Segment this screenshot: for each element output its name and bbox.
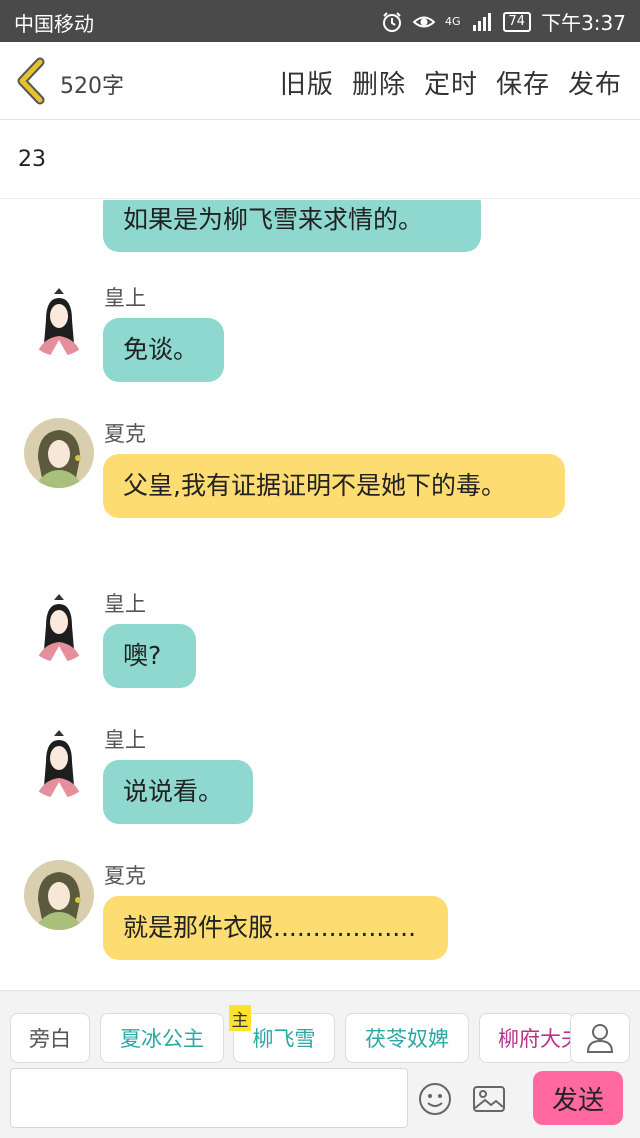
publish-button[interactable]: 发布 bbox=[568, 64, 622, 101]
character-chip[interactable]: 柳府大夫 bbox=[479, 1013, 574, 1063]
word-count: 520字 bbox=[60, 74, 124, 99]
delete-button[interactable]: 删除 bbox=[352, 64, 406, 101]
status-time: 下午3:37 bbox=[541, 11, 626, 35]
message-bubble[interactable]: 噢? bbox=[103, 624, 196, 688]
avatar-emperor bbox=[24, 592, 94, 662]
user-icon bbox=[586, 1024, 614, 1053]
chapter-title-row[interactable]: 23 bbox=[0, 121, 640, 199]
chapter-title: 23 bbox=[18, 147, 46, 172]
old-version-button[interactable]: 旧版 bbox=[280, 64, 334, 101]
speaker-name: 皇上 bbox=[104, 592, 146, 616]
add-character-button[interactable] bbox=[570, 1013, 630, 1063]
avatar-xiake bbox=[24, 418, 94, 488]
message-bubble[interactable]: 免谈。 bbox=[103, 318, 224, 382]
xiake-avatar-icon bbox=[24, 860, 94, 930]
avatar-emperor bbox=[24, 728, 94, 798]
xiake-avatar-icon bbox=[24, 418, 94, 488]
signal-icon bbox=[472, 12, 491, 31]
eye-icon bbox=[413, 16, 435, 27]
emperor-avatar-icon bbox=[36, 594, 82, 662]
save-button[interactable]: 保存 bbox=[496, 64, 550, 101]
image-icon[interactable] bbox=[472, 1082, 506, 1116]
schedule-button[interactable]: 定时 bbox=[424, 64, 478, 101]
main-character-badge: 主 bbox=[229, 1005, 251, 1031]
send-button[interactable]: 发送 bbox=[533, 1071, 623, 1125]
speaker-name: 夏克 bbox=[104, 864, 146, 888]
alarm-icon bbox=[383, 11, 401, 32]
message-bubble[interactable]: 父皇,我有证据证明不是她下的毒。 bbox=[103, 454, 565, 518]
toolbar-actions: 旧版 删除 定时 保存 发布 bbox=[280, 64, 622, 101]
speaker-name: 皇上 bbox=[104, 728, 146, 752]
message-bubble[interactable]: 如果是为柳飞雪来求情的。 bbox=[103, 200, 481, 252]
message-input[interactable] bbox=[10, 1068, 408, 1128]
emperor-avatar-icon bbox=[36, 730, 82, 798]
avatar-xiake bbox=[24, 860, 94, 930]
status-icons: 4G 74 下午3:37 bbox=[381, 7, 626, 36]
battery-indicator: 74 bbox=[502, 11, 532, 32]
character-chip[interactable]: 夏冰公主 bbox=[100, 1013, 224, 1063]
composer-panel: 旁白 夏冰公主 柳飞雪 主 茯苓奴婢 柳府大夫 发送 bbox=[0, 990, 640, 1138]
editor-toolbar: 520字 旧版 删除 定时 保存 发布 bbox=[0, 42, 640, 120]
carrier-label: 中国移动 bbox=[14, 12, 94, 36]
emoji-icon[interactable] bbox=[418, 1082, 452, 1116]
speaker-name: 皇上 bbox=[104, 286, 146, 310]
message-bubble[interactable]: 就是那件衣服.................. bbox=[103, 896, 448, 960]
character-chip-narration[interactable]: 旁白 bbox=[10, 1013, 90, 1063]
avatar-emperor bbox=[24, 286, 94, 356]
emperor-avatar-icon bbox=[36, 288, 82, 356]
network-label: 4G bbox=[445, 14, 461, 28]
back-chevron-icon[interactable] bbox=[14, 56, 50, 106]
speaker-name: 夏克 bbox=[104, 422, 146, 446]
chat-area[interactable]: 如果是为柳飞雪来求情的。 皇上 免谈。 夏克 父皇,我有证据证明不是她下的毒。 … bbox=[0, 200, 640, 990]
message-bubble[interactable]: 说说看。 bbox=[103, 760, 253, 824]
character-chip[interactable]: 茯苓奴婢 bbox=[345, 1013, 469, 1063]
status-bar: 中国移动 4G 74 下午3:37 bbox=[0, 0, 640, 42]
